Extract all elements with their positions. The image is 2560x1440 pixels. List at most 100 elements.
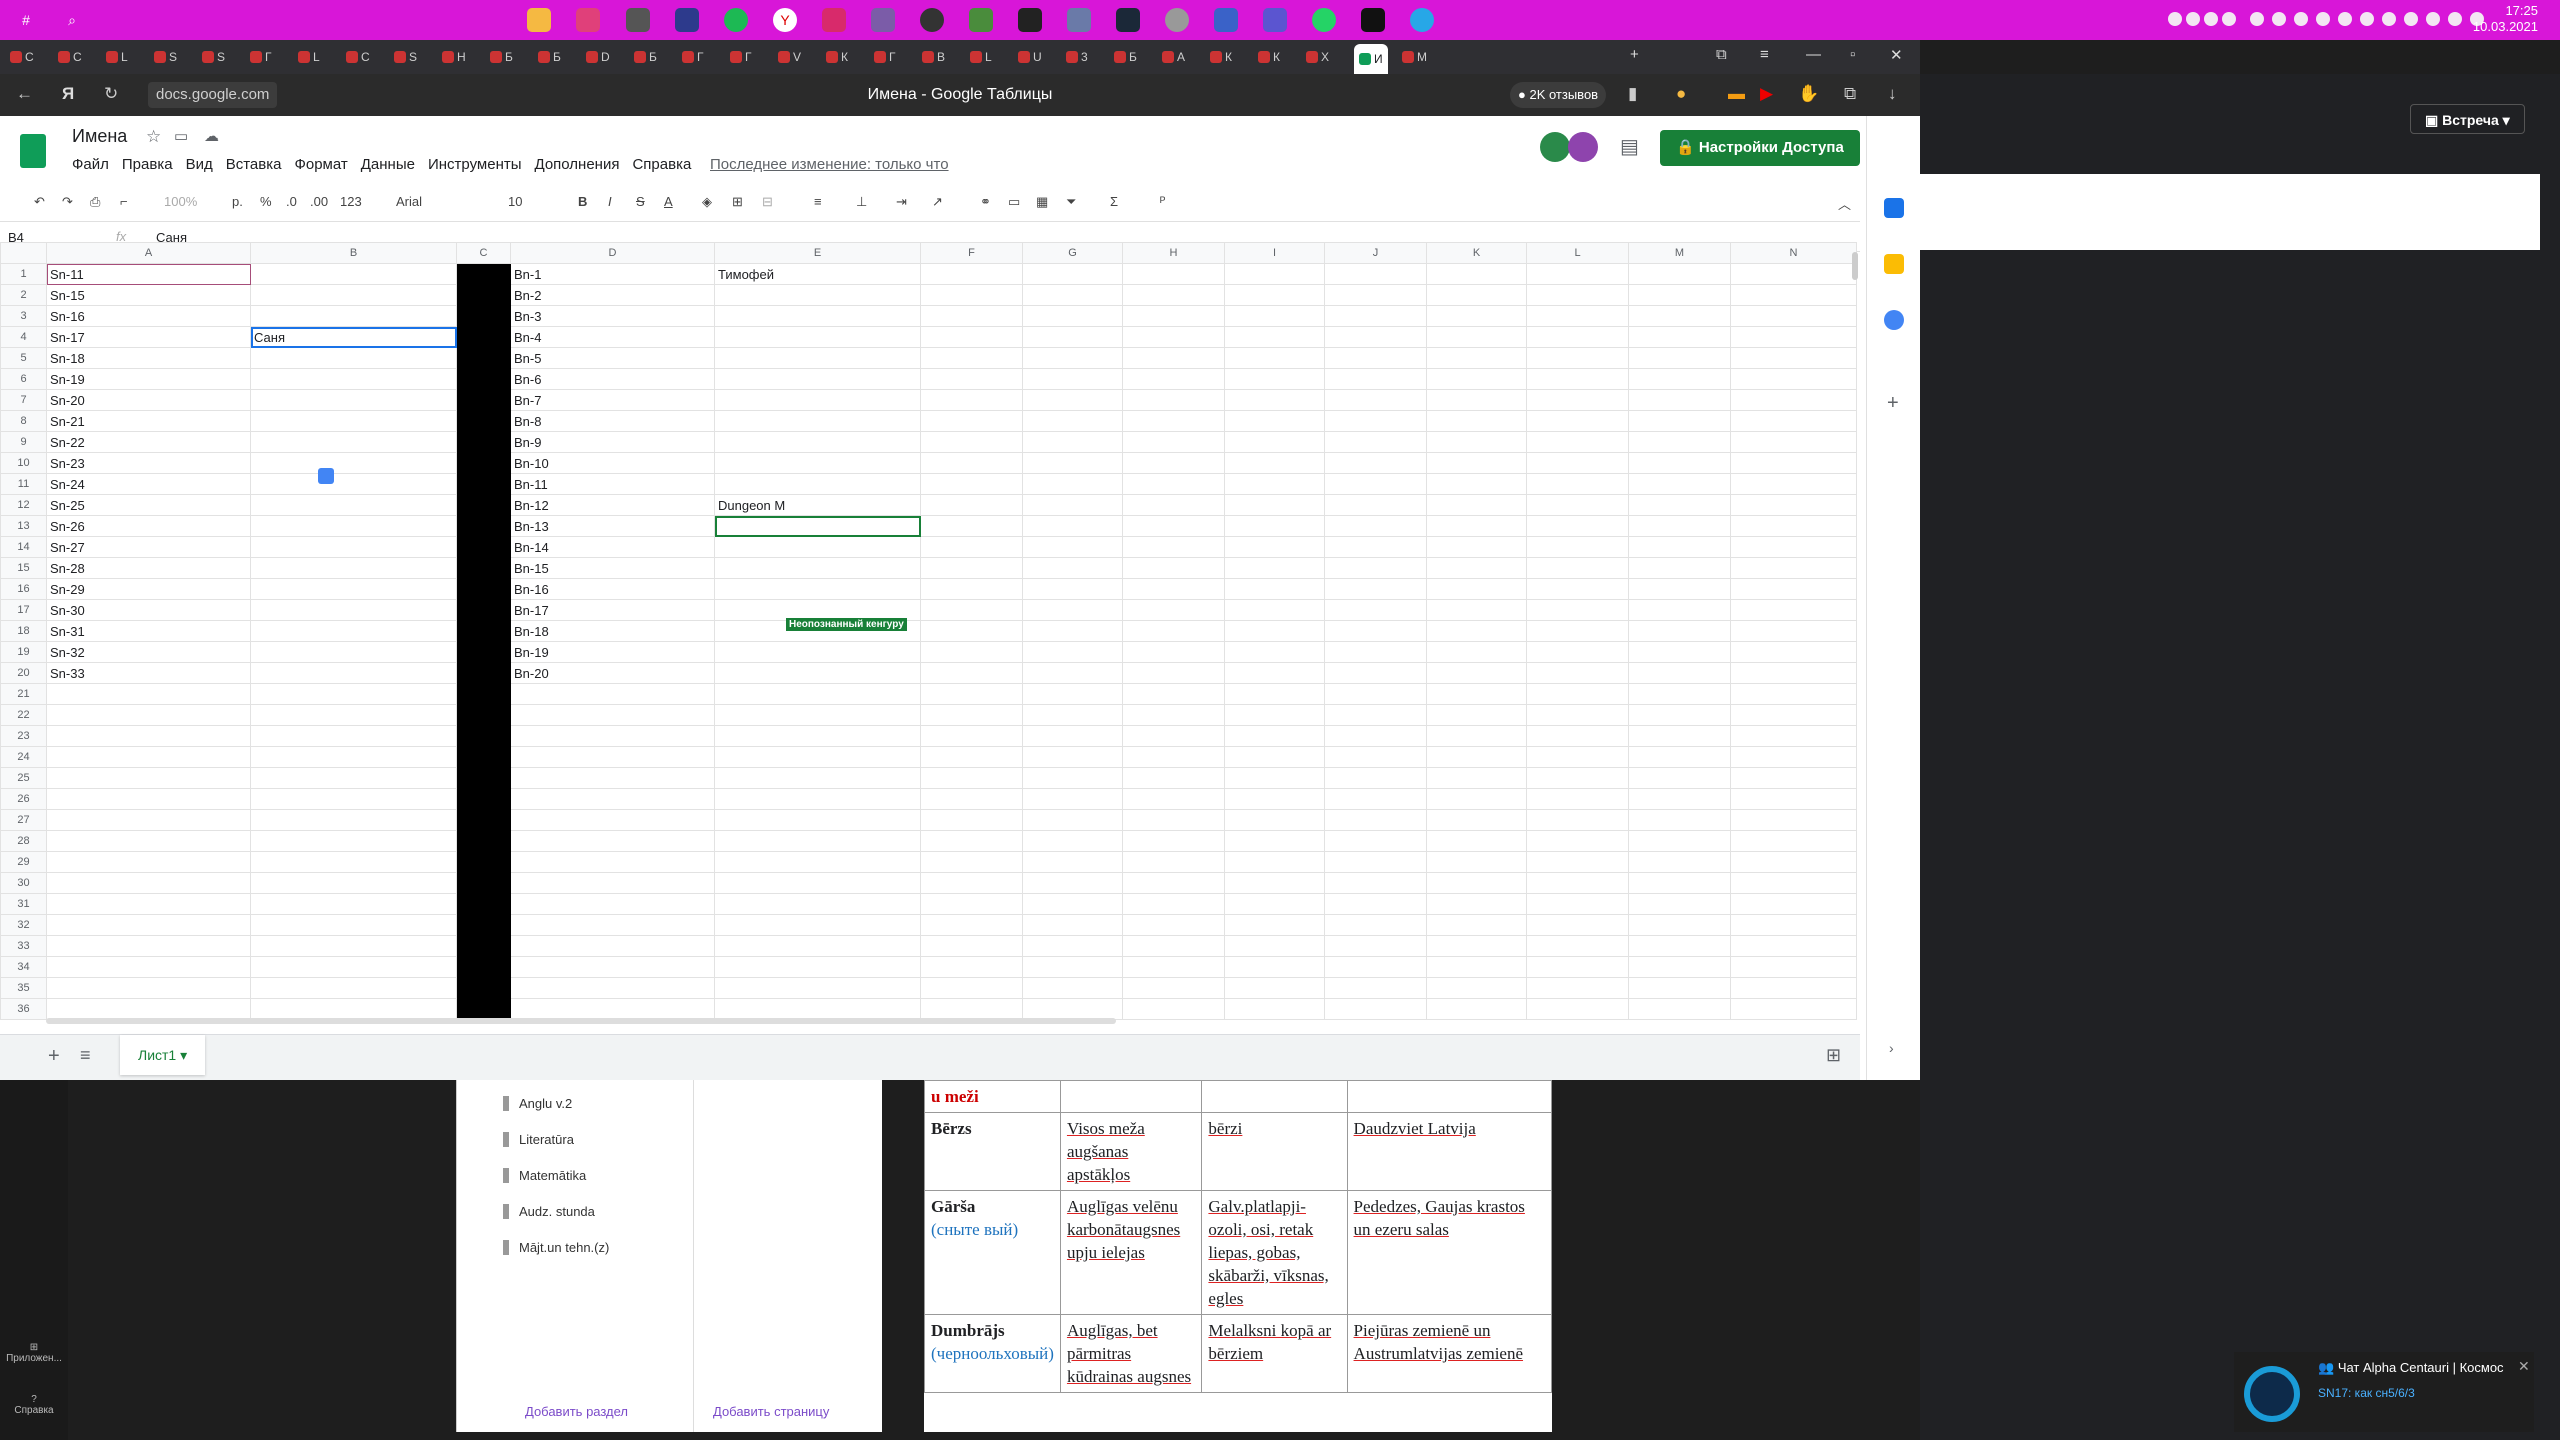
horizontal-scrollbar[interactable] — [46, 1018, 1116, 1024]
cell[interactable] — [46, 809, 251, 831]
italic-button[interactable]: I — [608, 194, 612, 209]
cell[interactable] — [714, 347, 921, 369]
row-header[interactable]: 3 — [0, 305, 47, 327]
browser-tab[interactable]: Х — [1306, 46, 1329, 68]
menu-edit[interactable]: Правка — [122, 156, 173, 173]
cell[interactable] — [46, 872, 251, 894]
cell[interactable] — [46, 830, 251, 852]
cell[interactable] — [456, 284, 511, 306]
menu-format[interactable]: Формат — [294, 156, 347, 173]
cell[interactable] — [1022, 515, 1123, 537]
cell[interactable] — [1022, 536, 1123, 558]
cell[interactable] — [1224, 998, 1325, 1020]
cell[interactable] — [920, 746, 1023, 768]
cell[interactable] — [1426, 326, 1527, 348]
cell[interactable] — [510, 830, 715, 852]
column-header[interactable]: I — [1224, 242, 1325, 264]
row-header[interactable]: 26 — [0, 788, 47, 810]
browser-tab[interactable]: А — [1162, 46, 1185, 68]
align-icon[interactable]: ≡ — [814, 194, 822, 209]
cell[interactable] — [456, 410, 511, 432]
cell[interactable] — [1730, 263, 1857, 285]
cell[interactable]: Тимофей — [714, 263, 921, 285]
cell[interactable] — [46, 704, 251, 726]
cell[interactable] — [1426, 977, 1527, 999]
cell[interactable] — [920, 956, 1023, 978]
cell[interactable] — [1122, 725, 1225, 747]
doc-title[interactable]: Имена — [72, 126, 127, 147]
comments-icon[interactable]: ▤ — [1620, 134, 1639, 159]
cell[interactable] — [510, 788, 715, 810]
cell[interactable] — [250, 347, 457, 369]
cell[interactable] — [250, 431, 457, 453]
cell[interactable] — [920, 830, 1023, 852]
sheet-tab[interactable]: Лист1 ▾ — [120, 1035, 206, 1075]
cell[interactable] — [1224, 662, 1325, 684]
cell[interactable]: Sn-27 — [46, 536, 251, 558]
cell[interactable]: Bn-7 — [510, 389, 715, 411]
cell[interactable] — [250, 536, 457, 558]
hash-icon[interactable]: # — [14, 8, 38, 32]
cell[interactable] — [1526, 872, 1629, 894]
add-section-link[interactable]: Добавить раздел — [525, 1404, 628, 1419]
filter-icon[interactable]: ⏷ — [1066, 194, 1076, 210]
section-item[interactable]: Literatūra — [503, 1132, 574, 1147]
cell[interactable] — [1628, 641, 1731, 663]
cell[interactable] — [1730, 767, 1857, 789]
cell[interactable] — [1122, 641, 1225, 663]
cell[interactable] — [1730, 851, 1857, 873]
column-header[interactable]: M — [1628, 242, 1731, 264]
browser-tab[interactable]: 3 — [1066, 46, 1088, 68]
cell[interactable] — [1122, 914, 1225, 936]
cell[interactable] — [250, 851, 457, 873]
cell[interactable] — [456, 977, 511, 999]
cell[interactable] — [250, 788, 457, 810]
tabs-icon[interactable]: ⧉ — [1716, 46, 1727, 63]
cell[interactable] — [714, 956, 921, 978]
cell[interactable] — [1628, 893, 1731, 915]
cell[interactable] — [1224, 746, 1325, 768]
extension-icon[interactable]: ✋ — [1798, 84, 1819, 104]
cell[interactable] — [1324, 935, 1427, 957]
cell[interactable] — [1224, 263, 1325, 285]
cell[interactable] — [1224, 410, 1325, 432]
row-header[interactable]: 30 — [0, 872, 47, 894]
cell[interactable] — [1426, 263, 1527, 285]
cell[interactable] — [1628, 704, 1731, 726]
cell[interactable] — [1122, 431, 1225, 453]
cell[interactable] — [1022, 305, 1123, 327]
cell[interactable] — [1224, 431, 1325, 453]
telegram-icon[interactable] — [1410, 8, 1434, 32]
cell[interactable] — [46, 725, 251, 747]
row-header[interactable]: 28 — [0, 830, 47, 852]
cell[interactable] — [1022, 830, 1123, 852]
cell[interactable]: Sn-28 — [46, 557, 251, 579]
section-item[interactable]: Mājt.un tehn.(z) — [503, 1240, 609, 1255]
extension-icon[interactable]: ● — [1676, 84, 1686, 104]
cell[interactable] — [250, 284, 457, 306]
cell[interactable] — [510, 935, 715, 957]
increase-decimal-button[interactable]: .00 — [310, 194, 328, 209]
browser-tab[interactable]: К — [826, 46, 848, 68]
cell[interactable] — [1224, 326, 1325, 348]
cell[interactable] — [920, 473, 1023, 495]
tray-icon[interactable] — [2382, 12, 2396, 26]
reviews-button[interactable]: ● 2K отзывов — [1510, 82, 1607, 108]
cell[interactable] — [250, 872, 457, 894]
cell[interactable] — [1426, 767, 1527, 789]
cell[interactable] — [456, 431, 511, 453]
cell[interactable]: Sn-32 — [46, 641, 251, 663]
cell[interactable] — [1122, 368, 1225, 390]
cell[interactable] — [920, 851, 1023, 873]
close-icon[interactable]: ✕ — [1890, 46, 1903, 64]
row-header[interactable]: 15 — [0, 557, 47, 579]
cell[interactable] — [1324, 872, 1427, 894]
tray-icon[interactable] — [2316, 12, 2330, 26]
cell[interactable] — [1526, 578, 1629, 600]
cell[interactable] — [1426, 494, 1527, 516]
steam-icon[interactable] — [1116, 8, 1140, 32]
cell[interactable] — [1628, 389, 1731, 411]
cell[interactable]: Sn-25 — [46, 494, 251, 516]
cell[interactable] — [1324, 326, 1427, 348]
cell[interactable] — [1426, 683, 1527, 705]
